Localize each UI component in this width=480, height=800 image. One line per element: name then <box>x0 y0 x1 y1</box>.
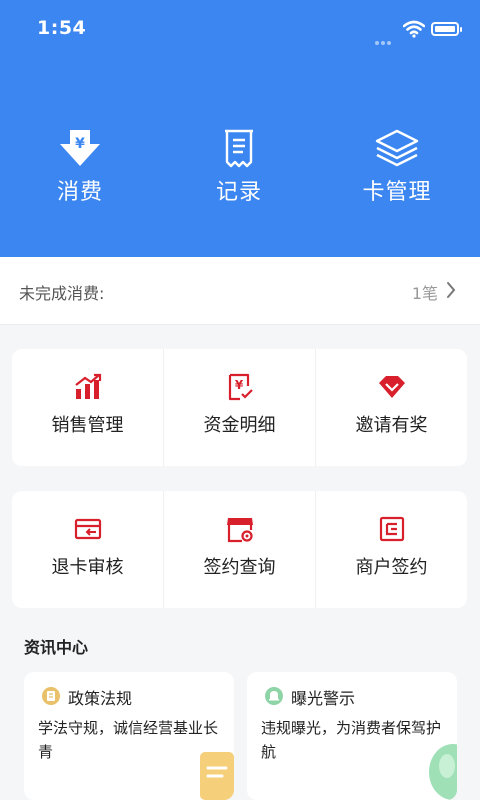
news-card-title: 政策法规 <box>68 689 133 708</box>
yen-doc-icon: ¥ <box>228 373 253 401</box>
menu-item-funds[interactable]: ¥ 资金明细 <box>163 349 315 466</box>
battery-icon <box>431 22 462 36</box>
document-icon <box>42 687 60 705</box>
menu-item-invite[interactable]: 邀请有奖 <box>315 349 467 466</box>
menu-label: 商户签约 <box>355 557 428 578</box>
news-card-title: 曝光警示 <box>291 689 356 708</box>
bar-chart-icon <box>74 373 101 399</box>
menu-label: 邀请有奖 <box>355 415 428 436</box>
document-illustration-icon <box>200 752 234 800</box>
yen-download-icon: ¥ <box>60 130 100 166</box>
status-bar: 1:54 <box>0 0 480 60</box>
news-section-title: 资讯中心 <box>24 638 89 657</box>
menu-item-sales[interactable]: 销售管理 <box>12 349 163 466</box>
header-banner: 1:54 ¥ 消费 记录 卡管理 <box>0 0 480 257</box>
pending-count: 1笔 <box>411 284 438 303</box>
quick-action-records[interactable]: 记录 <box>179 128 299 206</box>
wifi-icon <box>403 20 425 38</box>
layers-icon <box>375 129 419 167</box>
quick-action-label: 卡管理 <box>362 180 432 205</box>
quick-action-card-manage[interactable]: 卡管理 <box>337 128 457 206</box>
quick-action-label: 消费 <box>56 180 103 205</box>
quick-action-label: 记录 <box>215 180 262 205</box>
news-card-warning[interactable]: 曝光警示 违规曝光，为消费者保驾护航 <box>247 672 457 800</box>
receipt-icon <box>225 129 253 168</box>
quick-action-consume[interactable]: ¥ 消费 <box>20 128 140 206</box>
news-card-policy[interactable]: 政策法规 学法守规，诚信经营基业长青 <box>24 672 234 800</box>
menu-label: 资金明细 <box>203 415 276 436</box>
signal-icon <box>375 30 397 45</box>
svg-text:¥: ¥ <box>234 378 243 392</box>
menu-item-merchant-sign[interactable]: 商户签约 <box>315 491 467 608</box>
menu-grid-1: 销售管理 ¥ 资金明细 邀请有奖 <box>12 349 467 466</box>
card-return-icon <box>74 518 101 540</box>
svg-text:¥: ¥ <box>75 136 85 152</box>
news-card-desc: 违规曝光，为消费者保驾护航 <box>261 719 442 761</box>
contract-icon <box>379 516 404 542</box>
bulb-illustration-icon <box>429 744 457 800</box>
menu-label: 销售管理 <box>51 415 124 436</box>
menu-grid-2: 退卡审核 签约查询 商户签约 <box>12 491 467 608</box>
diamond-icon <box>378 376 405 398</box>
status-time: 1:54 <box>37 17 87 39</box>
chevron-right-icon <box>447 282 456 298</box>
menu-label: 签约查询 <box>203 557 276 578</box>
bell-icon <box>265 687 283 705</box>
store-search-icon <box>226 518 253 543</box>
menu-label: 退卡审核 <box>51 557 124 578</box>
pending-consumption-row[interactable]: 未完成消费: 1笔 <box>0 257 480 325</box>
menu-item-contract-query[interactable]: 签约查询 <box>163 491 315 608</box>
menu-item-card-refund[interactable]: 退卡审核 <box>12 491 163 608</box>
pending-label: 未完成消费: <box>19 284 105 303</box>
news-card-desc: 学法守规，诚信经营基业长青 <box>38 719 219 761</box>
